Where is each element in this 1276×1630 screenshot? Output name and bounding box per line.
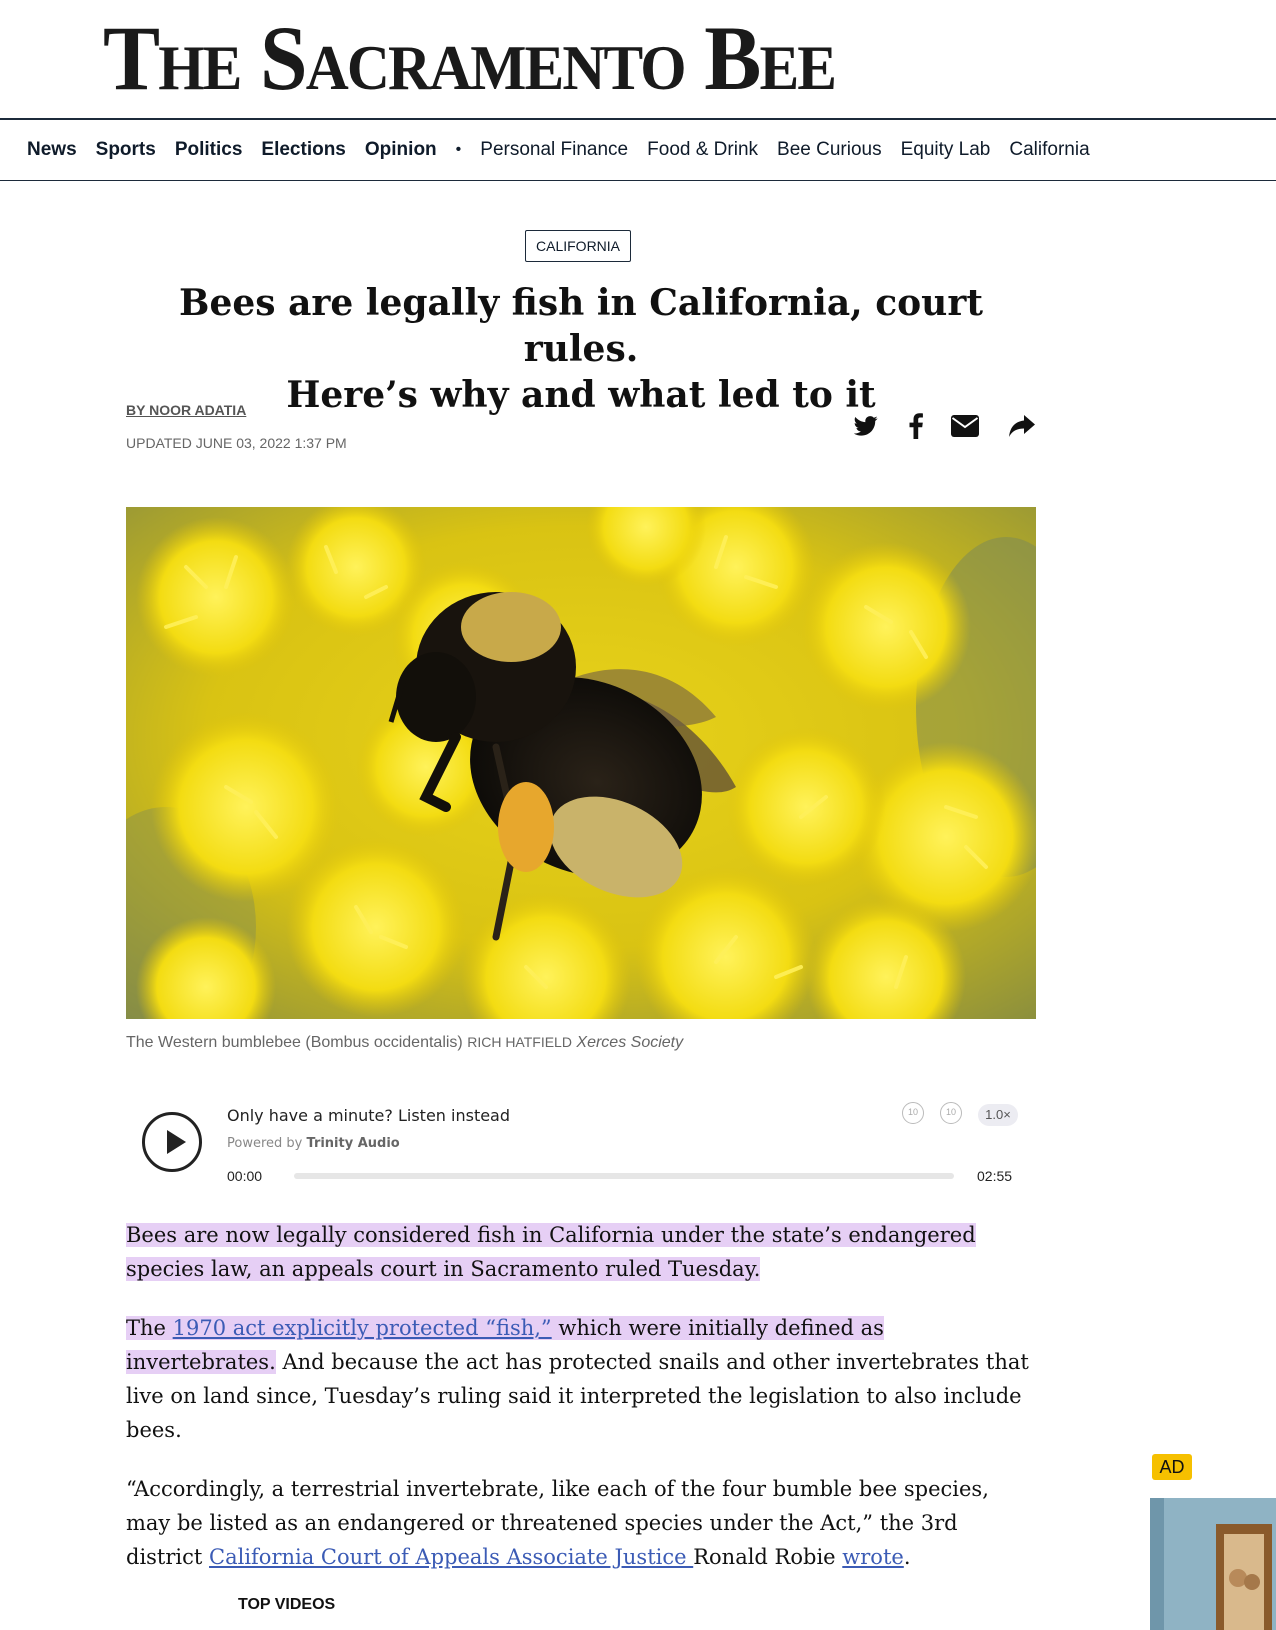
powered-by-brand[interactable]: Trinity Audio xyxy=(307,1136,400,1151)
progress-bar[interactable] xyxy=(294,1173,954,1179)
play-button[interactable] xyxy=(142,1112,202,1172)
email-icon[interactable] xyxy=(951,412,979,440)
skip-back-icon[interactable]: 10 xyxy=(902,1102,924,1124)
nav-item-sports[interactable]: Sports xyxy=(96,139,156,161)
headline-line-1: Bees are legally fish in California, cou… xyxy=(179,282,983,370)
act-link[interactable]: 1970 act explicitly protected “fish,” xyxy=(173,1316,552,1340)
highlighted-text: Bees are now legally considered fish in … xyxy=(126,1223,976,1281)
nav-item-bee-curious[interactable]: Bee Curious xyxy=(777,139,882,161)
author-byline[interactable]: BY NOOR ADATIA xyxy=(126,402,246,418)
powered-by-label: Powered by xyxy=(227,1136,303,1151)
nav-item-politics[interactable]: Politics xyxy=(175,139,243,161)
player-powered-by: Powered by Trinity Audio xyxy=(227,1136,400,1151)
ad-badge: AD xyxy=(1152,1454,1192,1480)
nav-item-news[interactable]: News xyxy=(27,139,77,161)
player-title: Only have a minute? Listen instead xyxy=(227,1106,511,1125)
photo-credit-org: Xerces Society xyxy=(576,1034,684,1051)
audio-player: Only have a minute? Listen instead Power… xyxy=(126,1090,1036,1198)
article-headline: Bees are legally fish in California, cou… xyxy=(126,280,1036,418)
wrote-link[interactable]: wrote xyxy=(842,1545,904,1569)
main-nav: News Sports Politics Elections Opinion •… xyxy=(0,120,1276,181)
play-icon xyxy=(167,1130,186,1154)
duration: 02:55 xyxy=(977,1168,1013,1184)
headline-line-2: Here’s why and what led to it xyxy=(286,374,876,416)
masthead: The Sacramento Bee xyxy=(0,0,1276,120)
skip-forward-icon[interactable]: 10 xyxy=(940,1102,962,1124)
image-caption: The Western bumblebee (Bombus occidental… xyxy=(126,1034,683,1052)
nav-item-personal-finance[interactable]: Personal Finance xyxy=(480,139,628,161)
paragraph-text: Ronald Robie xyxy=(693,1545,843,1569)
twitter-icon[interactable] xyxy=(853,412,879,440)
article-paragraph-2: The 1970 act explicitly protected “fish,… xyxy=(126,1311,1036,1447)
ad-unit[interactable]: AD xyxy=(1150,1452,1276,1630)
site-logo[interactable]: The Sacramento Bee xyxy=(103,12,837,104)
article-paragraph-1: Bees are now legally considered fish in … xyxy=(126,1218,1036,1286)
section-tag[interactable]: CALIFORNIA xyxy=(525,230,632,262)
nav-item-elections[interactable]: Elections xyxy=(261,139,345,161)
court-of-appeals-link[interactable]: California Court of Appeals Associate Ju… xyxy=(209,1545,693,1569)
nav-item-california[interactable]: California xyxy=(1009,139,1089,161)
top-videos-heading: TOP VIDEOS xyxy=(238,1596,336,1613)
photo-credit: RICH HATFIELD xyxy=(467,1034,572,1050)
updated-timestamp: UPDATED JUNE 03, 2022 1:37 PM xyxy=(126,435,347,451)
hero-image-bumblebee xyxy=(126,507,1036,1019)
caption-text: The Western bumblebee (Bombus occidental… xyxy=(126,1034,468,1051)
ad-image[interactable] xyxy=(1150,1498,1276,1630)
nav-item-opinion[interactable]: Opinion xyxy=(365,139,437,161)
share-icon[interactable] xyxy=(1008,412,1036,440)
current-time: 00:00 xyxy=(227,1168,263,1184)
playback-speed-button[interactable]: 1.0× xyxy=(978,1104,1018,1126)
nav-item-food-drink[interactable]: Food & Drink xyxy=(647,139,758,161)
nav-item-equity-lab[interactable]: Equity Lab xyxy=(901,139,991,161)
nav-separator: • xyxy=(455,141,462,158)
facebook-icon[interactable] xyxy=(906,412,926,440)
paragraph-text: The xyxy=(126,1316,173,1340)
article-paragraph-3: “Accordingly, a terrestrial invertebrate… xyxy=(126,1472,1036,1574)
paragraph-text: . xyxy=(903,1545,911,1569)
